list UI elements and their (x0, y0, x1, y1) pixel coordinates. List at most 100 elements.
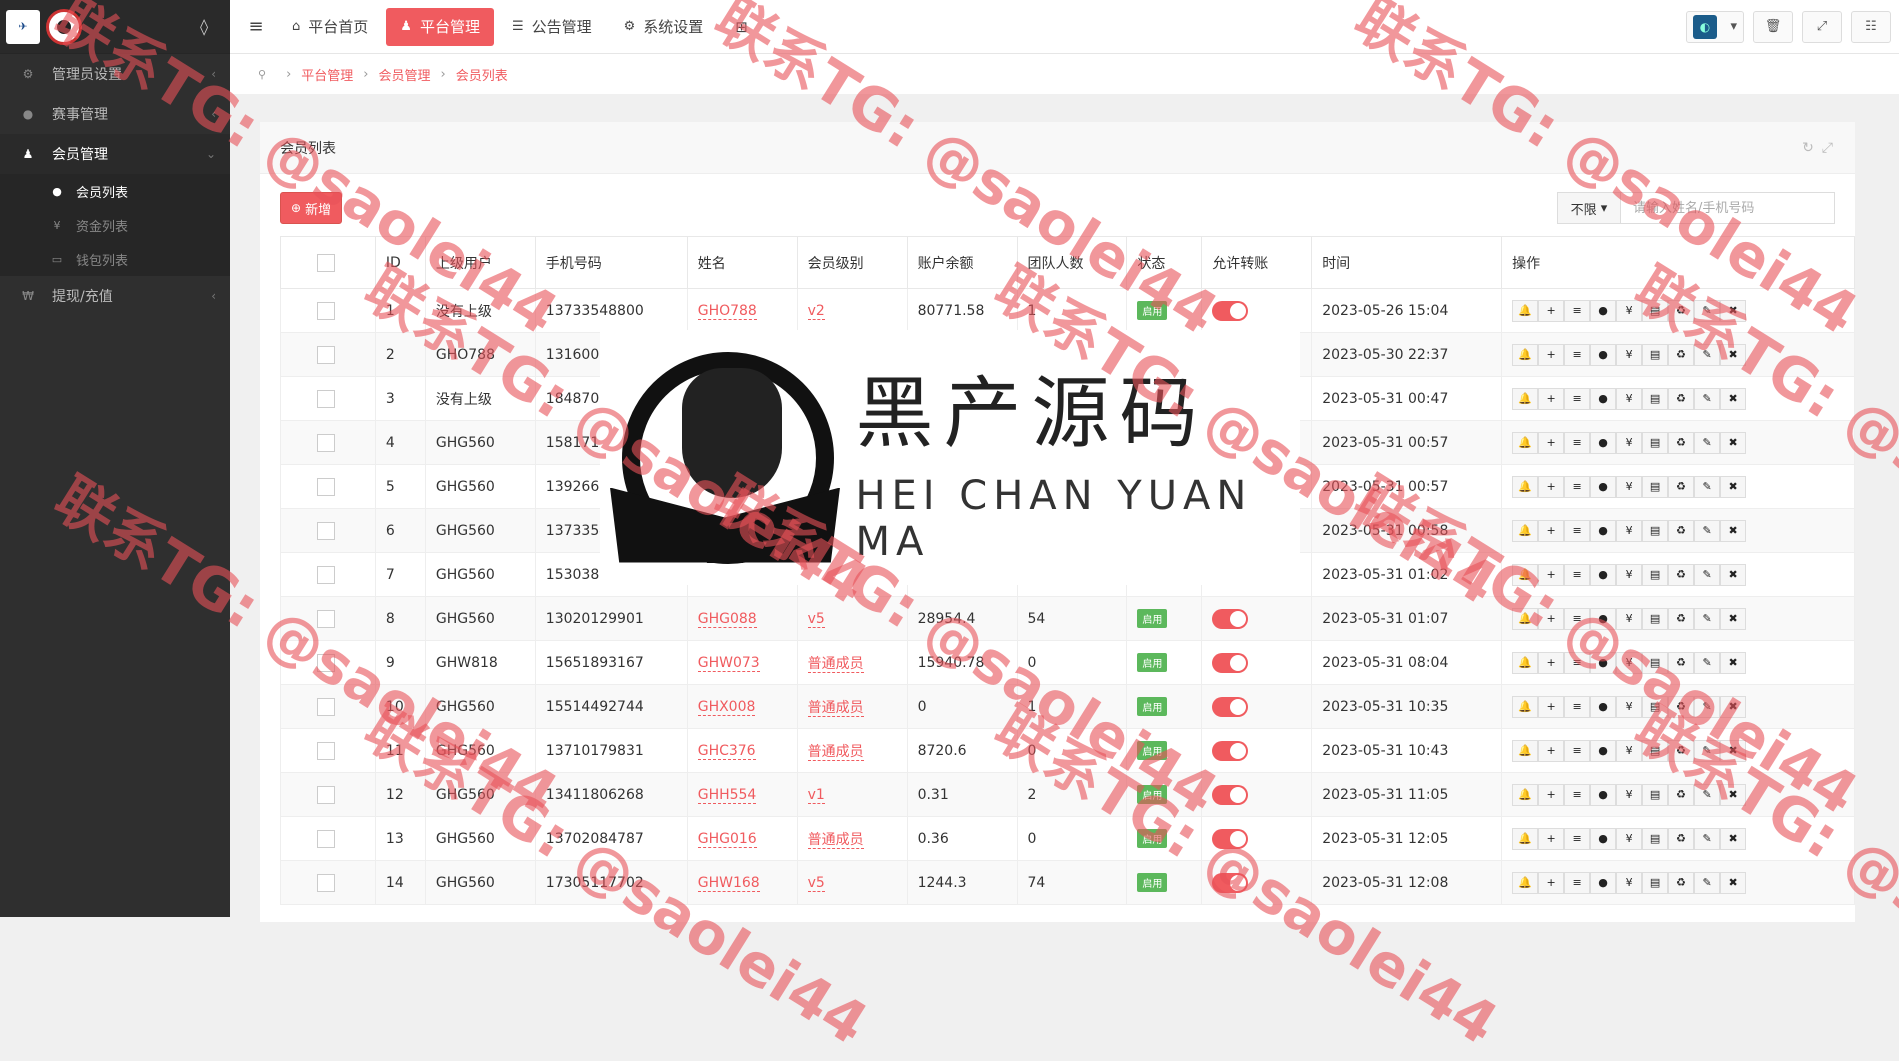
recycle-icon[interactable]: ♻ (1668, 739, 1695, 762)
card-icon[interactable]: ▤ (1642, 299, 1669, 322)
edit-icon[interactable]: ✎ (1694, 871, 1721, 894)
level-link[interactable]: v2 (807, 302, 825, 320)
transfer-cell[interactable] (1201, 772, 1313, 817)
breadcrumb-item[interactable]: 会员列表 (456, 65, 508, 84)
plus-icon[interactable]: + (1538, 563, 1565, 586)
row-checkbox[interactable] (317, 301, 335, 320)
select-cell[interactable] (280, 640, 376, 685)
team-icon[interactable]: ● (1590, 475, 1617, 498)
select-cell[interactable] (280, 816, 376, 861)
transfer-cell[interactable] (1201, 816, 1313, 861)
settings-list-icon[interactable]: ☷ (1851, 10, 1891, 43)
team-icon[interactable]: ● (1590, 387, 1617, 410)
recycle-icon[interactable]: ♻ (1668, 827, 1695, 850)
yen-icon[interactable]: ¥ (1616, 695, 1643, 718)
team-icon[interactable]: ● (1590, 563, 1617, 586)
transfer-toggle[interactable] (1212, 828, 1249, 849)
trash-icon[interactable]: 🗑 (1753, 10, 1793, 43)
delete-icon[interactable]: ✖ (1720, 827, 1747, 850)
yen-icon[interactable]: ¥ (1616, 651, 1643, 674)
bell-icon[interactable]: 🔔 (1512, 475, 1539, 498)
select-cell[interactable] (280, 508, 376, 553)
yen-icon[interactable]: ¥ (1616, 871, 1643, 894)
card-icon[interactable]: ▤ (1642, 827, 1669, 850)
edit-icon[interactable]: ✎ (1694, 695, 1721, 718)
team-icon[interactable]: ● (1590, 519, 1617, 542)
delete-icon[interactable]: ✖ (1720, 431, 1747, 454)
card-icon[interactable]: ▤ (1642, 695, 1669, 718)
plus-icon[interactable]: + (1538, 607, 1565, 630)
team-icon[interactable]: ● (1590, 871, 1617, 894)
recycle-icon[interactable]: ♻ (1668, 783, 1695, 806)
plus-icon[interactable]: + (1538, 519, 1565, 542)
select-cell[interactable] (280, 772, 376, 817)
select-cell[interactable] (280, 860, 376, 905)
tab-announcements[interactable]: ☰ 公告管理 (498, 8, 606, 46)
plus-icon[interactable]: + (1538, 827, 1565, 850)
card-icon[interactable]: ▤ (1642, 783, 1669, 806)
team-icon[interactable]: ● (1590, 783, 1617, 806)
search-input[interactable] (1621, 192, 1835, 224)
fullscreen-icon[interactable]: ⤢ (1822, 140, 1841, 156)
level-link[interactable]: 普通成员 (807, 655, 864, 673)
sidebar-subitem-fund-list[interactable]: ¥ 资金列表 (0, 208, 230, 242)
recycle-icon[interactable]: ♻ (1668, 343, 1695, 366)
delete-icon[interactable]: ✖ (1720, 387, 1747, 410)
card-icon[interactable]: ▤ (1642, 739, 1669, 762)
recycle-icon[interactable]: ♻ (1668, 299, 1695, 322)
select-cell[interactable] (280, 684, 376, 729)
transfer-toggle[interactable] (1212, 300, 1249, 321)
breadcrumb-item[interactable]: 平台管理 (301, 65, 353, 84)
expand-icon[interactable]: ⤢ (1802, 10, 1842, 43)
team-icon[interactable]: ● (1590, 651, 1617, 674)
card-icon[interactable]: ▤ (1642, 431, 1669, 454)
recycle-icon[interactable]: ♻ (1668, 563, 1695, 586)
row-checkbox[interactable] (317, 873, 335, 892)
card-icon[interactable]: ▤ (1642, 519, 1669, 542)
select-cell[interactable] (280, 332, 376, 377)
edit-icon[interactable]: ✎ (1694, 343, 1721, 366)
yen-icon[interactable]: ¥ (1616, 563, 1643, 586)
delete-icon[interactable]: ✖ (1720, 475, 1747, 498)
recycle-icon[interactable]: ♻ (1668, 695, 1695, 718)
transfer-toggle[interactable] (1212, 608, 1249, 629)
sidebar-subitem-member-list[interactable]: ● 会员列表 (0, 174, 230, 208)
refresh-icon[interactable]: ↻ (1802, 140, 1822, 156)
delete-icon[interactable]: ✖ (1720, 299, 1747, 322)
row-checkbox[interactable] (317, 345, 335, 364)
transfer-cell[interactable] (1201, 596, 1313, 641)
sidebar-item-admin-settings[interactable]: ⚙ 管理员设置 ‹ (0, 54, 230, 94)
edit-icon[interactable]: ✎ (1694, 387, 1721, 410)
row-checkbox[interactable] (317, 653, 335, 672)
list-icon[interactable]: ≡ (1564, 387, 1591, 410)
tab-system-settings[interactable]: ⚙ 系统设置 (610, 8, 718, 46)
delete-icon[interactable]: ✖ (1720, 563, 1747, 586)
card-icon[interactable]: ▤ (1642, 563, 1669, 586)
plus-icon[interactable]: + (1538, 475, 1565, 498)
plus-icon[interactable]: + (1538, 651, 1565, 674)
list-icon[interactable]: ≡ (1564, 871, 1591, 894)
yen-icon[interactable]: ¥ (1616, 387, 1643, 410)
edit-icon[interactable]: ✎ (1694, 475, 1721, 498)
sidebar-subitem-wallet-list[interactable]: ▭ 钱包列表 (0, 242, 230, 276)
plus-icon[interactable]: + (1538, 431, 1565, 454)
list-icon[interactable]: ≡ (1564, 607, 1591, 630)
row-checkbox[interactable] (317, 521, 335, 540)
select-cell[interactable] (280, 596, 376, 641)
row-checkbox[interactable] (317, 829, 335, 848)
team-icon[interactable]: ● (1590, 343, 1617, 366)
bell-icon[interactable]: 🔔 (1512, 519, 1539, 542)
row-checkbox[interactable] (317, 609, 335, 628)
team-icon[interactable]: ● (1590, 431, 1617, 454)
transfer-cell[interactable] (1201, 640, 1313, 685)
sidebar-item-events[interactable]: ● 赛事管理 ‹ (0, 94, 230, 134)
recycle-icon[interactable]: ♻ (1668, 519, 1695, 542)
delete-icon[interactable]: ✖ (1720, 607, 1747, 630)
select-cell[interactable] (280, 288, 376, 333)
recycle-icon[interactable]: ♻ (1668, 431, 1695, 454)
delete-icon[interactable]: ✖ (1720, 871, 1747, 894)
list-icon[interactable]: ≡ (1564, 475, 1591, 498)
select-cell[interactable] (280, 376, 376, 421)
add-button[interactable]: ⊕ 新增 (280, 192, 343, 224)
recycle-icon[interactable]: ♻ (1668, 387, 1695, 410)
